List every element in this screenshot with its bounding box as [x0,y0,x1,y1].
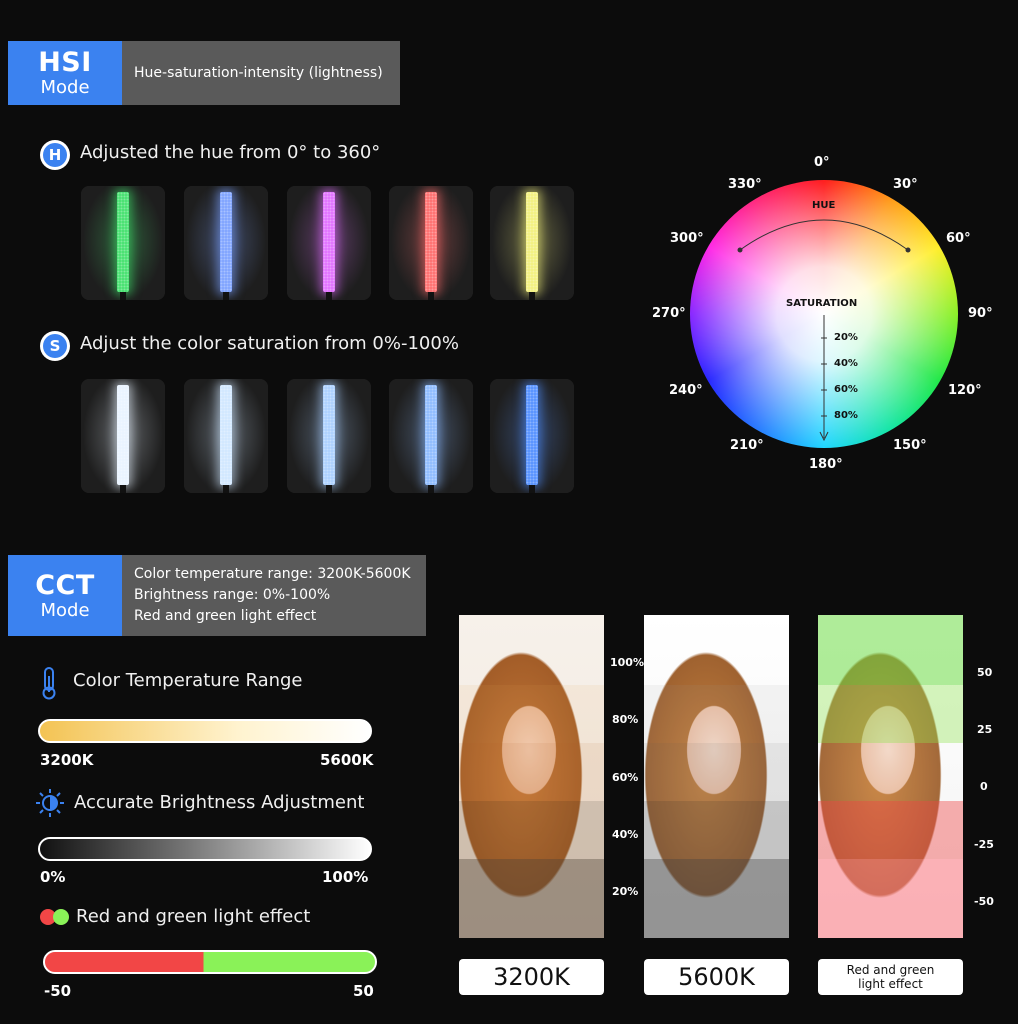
rg-scale-label: -25 [974,838,994,851]
hsi-description-panel: Hue-saturation-intensity (lightness) [122,41,400,105]
temperature-min-label: 3200K [40,751,94,769]
cct-mode-badge: CCT Mode [8,555,122,636]
hue-tile [184,186,268,300]
rg-scale-label: 0 [980,780,988,793]
saturation-tile [490,379,574,493]
wheel-angle-label: 0° [814,155,830,170]
brightness-scale-label: 100% [610,656,644,669]
brightness-heading: Accurate Brightness Adjustment [74,792,365,813]
hue-letter-icon: H [40,140,70,170]
wheel-angle-label: 30° [893,177,918,192]
caption-3200k: 3200K [459,959,604,995]
light-tube [117,192,129,292]
wheel-angle-label: 90° [968,306,993,321]
portrait-red-green [818,615,963,938]
color-temperature-bar [38,719,372,743]
hue-tile [389,186,473,300]
hsi-mode-sub: Mode [40,77,90,98]
light-tube [323,192,335,292]
cct-mode-sub: Mode [40,599,90,621]
light-tube [526,192,538,292]
brightness-bar [38,837,372,861]
rg-scale-label: 25 [977,723,993,736]
rg-scale-label: 50 [977,666,993,679]
cct-description-line: Brightness range: 0%-100% [134,587,331,603]
light-tube [117,385,129,485]
wheel-angle-label: 180° [809,457,843,472]
cct-description-line: Red and green light effect [134,608,317,624]
brightness-icon [36,789,64,817]
red-green-heading: Red and green light effect [76,906,311,927]
hue-tile [287,186,371,300]
light-tube [526,385,538,485]
saturation-tile [389,379,473,493]
saturation-tick: 60% [834,384,858,395]
red-green-bar [43,950,377,974]
wheel-angle-label: 240° [669,383,703,398]
brightness-scale-label: 80% [612,713,639,726]
saturation-axis-label: SATURATION [786,298,858,309]
saturation-tick: 40% [834,358,858,369]
saturation-tile [81,379,165,493]
wheel-angle-label: 330° [728,177,762,192]
red-green-min-label: -50 [44,982,72,1000]
brightness-scale-label: 40% [612,828,639,841]
saturation-tile [287,379,371,493]
red-green-max-label: 50 [353,982,374,1000]
caption-5600k: 5600K [644,959,789,995]
brightness-max-label: 100% [322,868,369,886]
cct-description-panel: Color temperature range: 3200K-5600K Bri… [122,555,426,636]
hue-heading: Adjusted the hue from 0° to 360° [80,142,381,163]
hsi-mode-title: HSI [38,47,92,78]
light-tube [425,192,437,292]
brightness-scale-label: 20% [612,885,639,898]
portrait-5600k [644,615,789,938]
thermometer-icon [42,667,56,700]
wheel-angle-label: 270° [652,306,686,321]
wheel-angle-label: 120° [948,383,982,398]
hue-axis-label: HUE [812,200,836,211]
wheel-arc [737,219,911,442]
saturation-tick: 80% [834,410,858,421]
portrait-3200k [459,615,604,938]
wheel-angle-label: 300° [670,231,704,246]
saturation-tile [184,379,268,493]
saturation-letter-icon: S [40,331,70,361]
cct-mode-title: CCT [35,569,95,601]
hsi-mode-badge: HSI Mode [8,41,122,105]
wheel-angle-label: 150° [893,438,927,453]
light-tube [323,385,335,485]
hsi-description: Hue-saturation-intensity (lightness) [134,64,383,81]
wheel-angle-label: 60° [946,231,971,246]
saturation-tick: 20% [834,332,858,343]
wheel-angle-label: 210° [730,438,764,453]
hue-tile [81,186,165,300]
brightness-scale-label: 60% [612,771,639,784]
brightness-min-label: 0% [40,868,66,886]
hue-tile [490,186,574,300]
light-tube [220,192,232,292]
cct-description-line: Color temperature range: 3200K-5600K [134,566,411,582]
temperature-max-label: 5600K [320,751,374,769]
color-temperature-heading: Color Temperature Range [73,670,303,691]
light-tube [425,385,437,485]
saturation-heading: Adjust the color saturation from 0%-100% [80,333,459,354]
color-wheel: HUE SATURATION 20% 40% 60% 80% [690,180,958,448]
caption-red-green: Red and green light effect [818,959,963,995]
green-dot-icon [53,909,69,925]
rg-scale-label: -50 [974,895,994,908]
light-tube [220,385,232,485]
